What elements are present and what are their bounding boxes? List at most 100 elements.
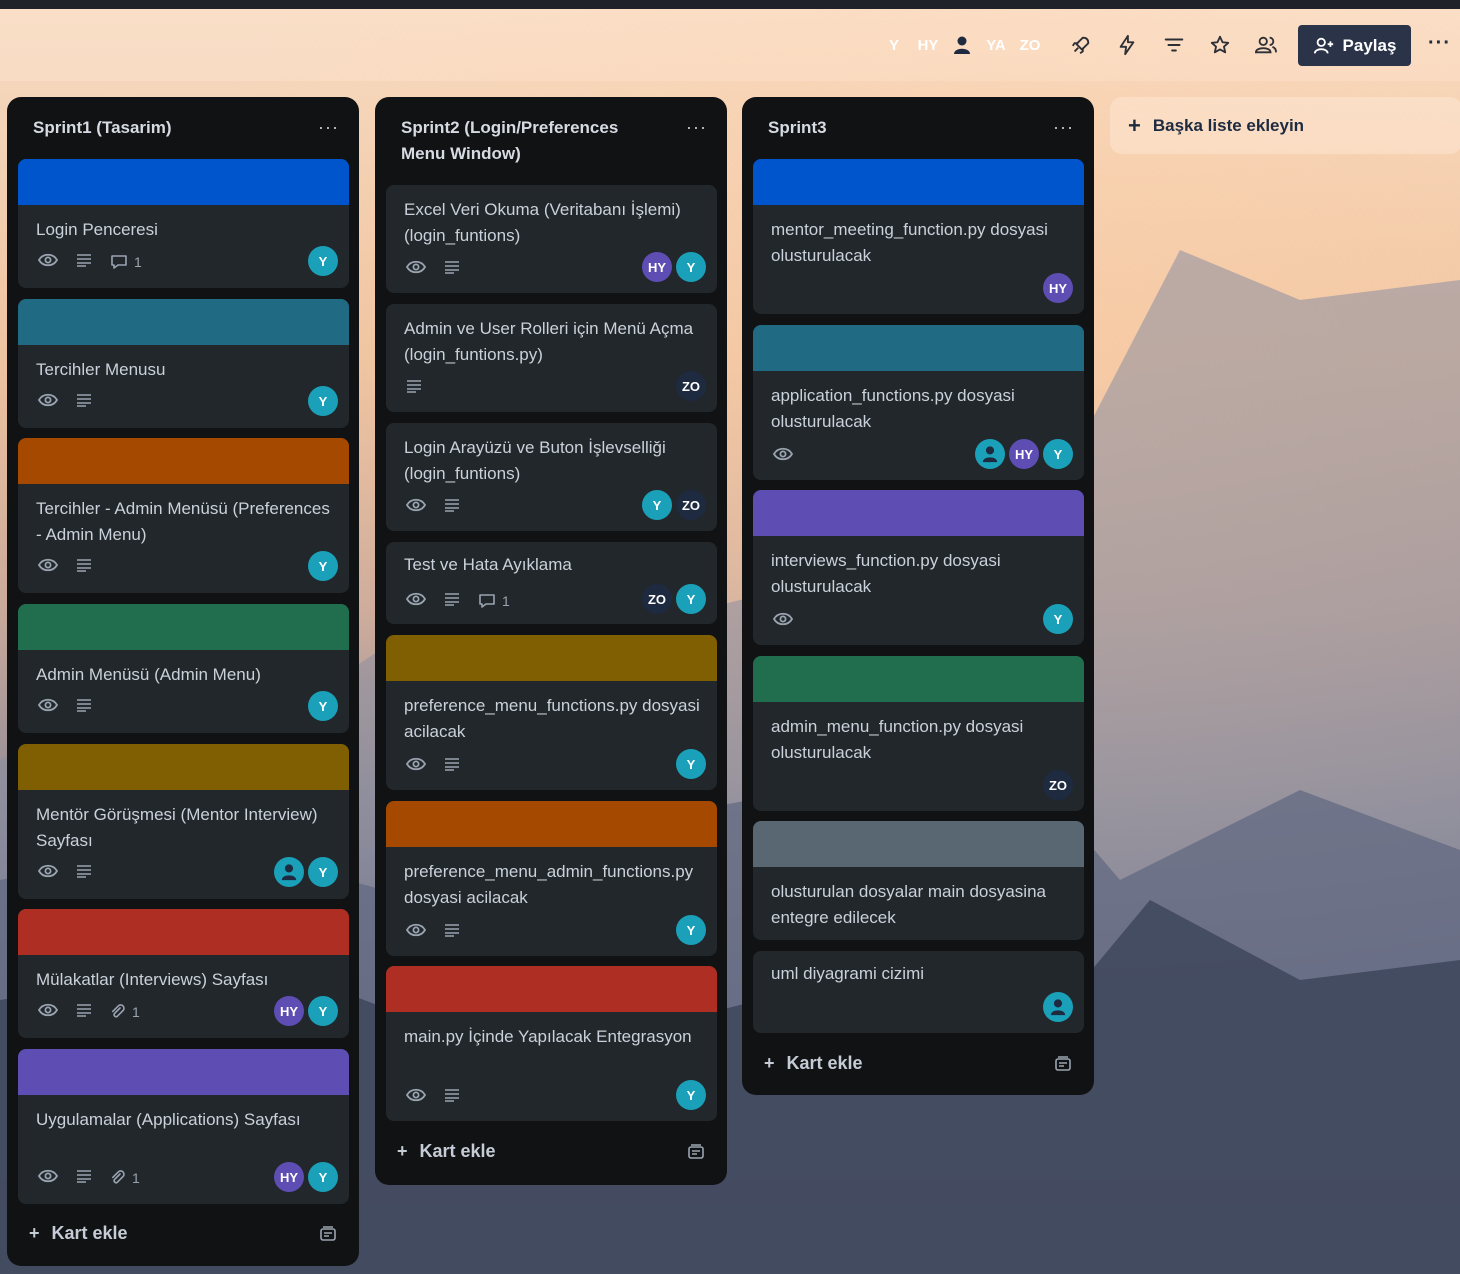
card-title: Login Penceresi <box>36 220 158 239</box>
comment-badge: 1 <box>478 593 510 609</box>
member-avatar[interactable]: ZO <box>676 490 706 520</box>
member-avatar[interactable]: ZO <box>676 371 706 401</box>
card-template-button[interactable] <box>1054 1055 1072 1078</box>
description-icon <box>76 393 92 410</box>
star-button[interactable] <box>1205 30 1235 60</box>
member-avatar[interactable]: Y <box>308 246 338 276</box>
filter-button[interactable] <box>1159 30 1189 60</box>
add-card-button[interactable]: + Kart ekle <box>397 1141 496 1162</box>
member-avatar[interactable]: Y <box>1043 604 1073 634</box>
card[interactable]: Mülakatlar (Interviews) Sayfası 1 HY Y <box>18 909 349 1038</box>
member-avatar[interactable]: Y <box>676 749 706 779</box>
card-title: Admin ve User Rolleri için Menü Açma (lo… <box>404 319 694 364</box>
card-template-button[interactable] <box>319 1225 337 1248</box>
add-list-button[interactable]: + Başka liste ekleyin <box>1110 97 1460 154</box>
member-avatar[interactable] <box>1043 992 1073 1022</box>
card-cover <box>18 909 349 955</box>
plus-icon: + <box>764 1053 775 1073</box>
description-icon <box>76 1003 92 1020</box>
eye-icon <box>37 864 59 881</box>
member-avatar[interactable]: HY <box>274 1162 304 1192</box>
plus-icon: + <box>29 1223 40 1243</box>
member-avatar[interactable]: Y <box>676 1080 706 1110</box>
card[interactable]: admin_menu_function.py dosyasi olusturul… <box>753 656 1084 811</box>
card[interactable]: Login Arayüzü ve Buton İşlevselliği (log… <box>386 423 717 531</box>
list-title[interactable]: Sprint1 (Tasarim) <box>33 115 293 141</box>
plus-icon: + <box>1128 112 1141 138</box>
member-avatar[interactable]: HY <box>274 996 304 1026</box>
visibility-button[interactable] <box>1251 30 1281 60</box>
rocket-icon <box>1071 36 1090 55</box>
member-avatar[interactable]: ZO <box>1043 770 1073 800</box>
add-card-button[interactable]: + Kart ekle <box>764 1053 863 1074</box>
description-icon <box>444 1088 460 1105</box>
card[interactable]: Tercihler - Admin Menüsü (Preferences - … <box>18 438 349 593</box>
list-sprint2: Sprint2 (Login/Preferences Menu Window) … <box>375 97 727 1185</box>
member-avatar-ya[interactable]: YA <box>979 28 1013 62</box>
card[interactable]: preference_menu_admin_functions.py dosya… <box>386 801 717 956</box>
comment-icon <box>111 254 127 269</box>
card[interactable]: Mentör Görüşmesi (Mentor Interview) Sayf… <box>18 744 349 899</box>
list-menu-button[interactable]: ··· <box>1053 117 1074 138</box>
member-avatar[interactable]: Y <box>308 386 338 416</box>
card[interactable]: Uygulamalar (Applications) Sayfası 1 HY … <box>18 1049 349 1204</box>
card-title: interviews_function.py dosyasi olusturul… <box>771 551 1001 596</box>
eye-icon <box>405 923 427 940</box>
card[interactable]: Test ve Hata Ayıklama 1 ZO Y <box>386 542 717 624</box>
automation-button[interactable] <box>1112 30 1142 60</box>
paperclip-icon <box>112 1169 125 1183</box>
member-avatar[interactable]: Y <box>676 584 706 614</box>
member-avatar[interactable]: Y <box>676 252 706 282</box>
member-avatar[interactable]: Y <box>308 857 338 887</box>
list-menu-button[interactable]: ··· <box>318 117 339 138</box>
card[interactable]: Admin Menüsü (Admin Menu) Y <box>18 604 349 733</box>
list-title[interactable]: Sprint3 <box>768 115 1028 141</box>
person-icon <box>982 446 998 463</box>
card[interactable]: uml diyagrami cizimi <box>753 951 1084 1033</box>
description-icon <box>76 864 92 881</box>
eye-icon <box>405 260 427 277</box>
member-avatar-zo[interactable]: ZO <box>1013 28 1047 62</box>
member-avatar[interactable] <box>274 857 304 887</box>
member-avatar[interactable]: HY <box>1043 273 1073 303</box>
member-avatar[interactable]: Y <box>308 1162 338 1192</box>
list-title[interactable]: Sprint2 (Login/Preferences Menu Window) <box>401 115 661 167</box>
member-avatar[interactable]: HY <box>642 252 672 282</box>
person-icon <box>954 36 970 54</box>
add-list-label: Başka liste ekleyin <box>1152 115 1305 135</box>
member-avatar-y[interactable]: Y <box>877 28 911 62</box>
card[interactable]: Admin ve User Rolleri için Menü Açma (lo… <box>386 304 717 412</box>
card-cover <box>753 490 1084 536</box>
card[interactable]: interviews_function.py dosyasi olusturul… <box>753 490 1084 645</box>
card[interactable]: preference_menu_functions.py dosyasi aci… <box>386 635 717 790</box>
member-avatar[interactable]: Y <box>676 915 706 945</box>
member-avatar[interactable]: Y <box>308 996 338 1026</box>
add-person-icon <box>1313 37 1333 54</box>
member-avatar[interactable]: Y <box>308 551 338 581</box>
member-avatar[interactable]: ZO <box>642 584 672 614</box>
card[interactable]: main.py İçinde Yapılacak Entegrasyon Y <box>386 966 717 1121</box>
card-cover <box>753 656 1084 702</box>
member-avatar-person[interactable] <box>945 28 979 62</box>
share-button[interactable]: Paylaş <box>1298 25 1411 66</box>
power-ups-button[interactable] <box>1066 30 1096 60</box>
card[interactable]: application_functions.py dosyasi olustur… <box>753 325 1084 480</box>
card[interactable]: Excel Veri Okuma (Veritabanı İşlemi) (lo… <box>386 185 717 293</box>
member-avatar-hy[interactable]: HY <box>911 28 945 62</box>
more-menu-button[interactable]: ··· <box>1428 32 1451 55</box>
card-template-button[interactable] <box>687 1143 705 1166</box>
member-avatar[interactable]: Y <box>642 490 672 520</box>
member-avatar[interactable]: Y <box>1043 439 1073 469</box>
description-icon <box>444 923 460 940</box>
comment-badge: 1 <box>110 254 142 270</box>
member-avatar[interactable] <box>975 439 1005 469</box>
card[interactable]: olusturulan dosyalar main dosyasina ente… <box>753 821 1084 940</box>
add-card-button[interactable]: + Kart ekle <box>29 1223 128 1244</box>
card[interactable]: Login Penceresi 1 Y <box>18 159 349 288</box>
card[interactable]: mentor_meeting_function.py dosyasi olust… <box>753 159 1084 314</box>
card[interactable]: Tercihler Menusu Y <box>18 299 349 428</box>
member-avatar[interactable]: Y <box>308 691 338 721</box>
list-menu-button[interactable]: ··· <box>686 117 707 138</box>
card-cover <box>18 299 349 345</box>
member-avatar[interactable]: HY <box>1009 439 1039 469</box>
